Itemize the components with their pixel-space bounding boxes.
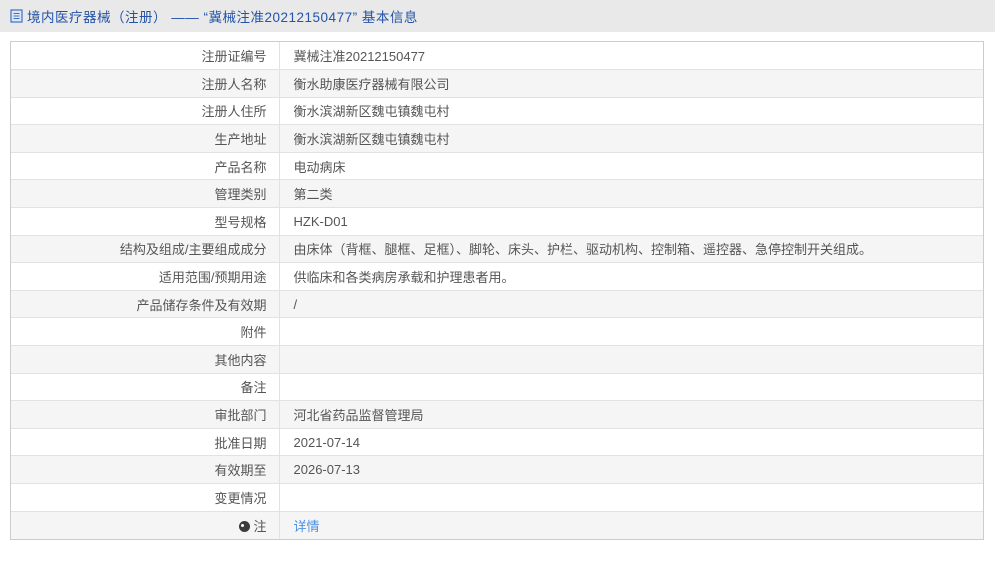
row-label-text: 产品储存条件及有效期 [136,297,267,313]
row-label-text: 型号规格 [214,214,267,230]
table-row: 结构及组成/主要组成成分 由床体（背框、腿框、足框）、脚轮、床头、护栏、驱动机构、… [11,234,983,264]
table-row: 适用范围/预期用途 供临床和各类病房承载和护理患者用。 [11,262,983,291]
row-value: 衡水滨湖新区魏屯镇魏屯村 [278,124,983,153]
document-icon [10,9,23,23]
row-label: 其他内容 [11,345,280,374]
row-value [278,372,983,402]
row-value: 由床体（背框、腿框、足框）、脚轮、床头、护栏、驱动机构、控制箱、遥控器、急停控制… [278,234,983,264]
row-label: 注册人名称 [11,69,280,98]
row-value: / [278,289,983,319]
row-label: 注册人住所 [11,96,280,126]
row-value: 2021-07-14 [278,427,983,457]
row-label-text: 附件 [240,325,267,341]
row-value: 衡水助康医疗器械有限公司 [278,69,983,98]
row-value: 2026-07-13 [278,455,983,484]
row-label-text: 有效期至 [214,463,267,479]
row-label: 备注 [11,372,280,402]
row-label: 适用范围/预期用途 [11,262,280,291]
table-row: 注 详情 [11,510,983,539]
row-value [278,483,983,512]
table-row: 生产地址 衡水滨湖新区魏屯镇魏屯村 [11,124,983,153]
row-value: 冀械注准20212150477 [278,42,983,71]
row-label: 批准日期 [11,427,280,457]
row-label: 附件 [11,317,280,347]
row-label-text: 注册人名称 [201,76,267,92]
row-label-text: 注册证编号 [201,49,267,65]
row-label: 注 [11,510,280,539]
row-label-text: 批准日期 [214,435,267,451]
row-value: 电动病床 [278,151,983,181]
table-row: 产品储存条件及有效期 / [11,289,983,319]
info-table-body: 注册证编号 冀械注准20212150477 注册人名称 衡水助康医疗器械有限公司 注册人… [11,42,983,539]
row-label: 管理类别 [11,179,280,209]
table-row: 注册人住所 衡水滨湖新区魏屯镇魏屯村 [11,96,983,126]
row-label: 审批部门 [11,400,280,429]
row-value: 衡水滨湖新区魏屯镇魏屯村 [278,96,983,126]
row-label-text: 其他内容 [214,352,267,368]
row-value: 第二类 [278,179,983,209]
row-label-text: 注册人住所 [201,104,267,120]
row-label: 有效期至 [11,455,280,484]
row-label: 注册证编号 [11,42,280,71]
row-label-text: 审批部门 [214,408,267,424]
table-row: 变更情况 [11,483,983,512]
table-row: 有效期至 2026-07-13 [11,455,983,484]
row-label: 产品储存条件及有效期 [11,289,280,319]
table-row: 审批部门 河北省药品监督管理局 [11,400,983,429]
row-label-text: 注 [253,518,267,534]
table-row: 附件 [11,317,983,347]
info-table-container: 注册证编号 冀械注准20212150477 注册人名称 衡水助康医疗器械有限公司 注册人… [10,41,984,540]
info-table: 注册证编号 冀械注准20212150477 注册人名称 衡水助康医疗器械有限公司 注册人… [11,42,983,539]
row-value: 河北省药品监督管理局 [278,400,983,429]
page-title: 境内医疗器械（注册） —— “冀械注准20212150477” 基本信息 [27,10,418,25]
row-label: 型号规格 [11,207,280,236]
row-value: HZK-D01 [278,207,983,236]
row-label-text: 产品名称 [214,159,267,175]
row-label-text: 备注 [240,380,267,396]
row-label-text: 适用范围/预期用途 [158,270,267,286]
row-label-text: 变更情况 [214,490,267,506]
table-row: 其他内容 [11,345,983,374]
table-row: 型号规格 HZK-D01 [11,207,983,236]
table-row: 注册证编号 冀械注准20212150477 [11,42,983,71]
row-label: 变更情况 [11,483,280,512]
table-row: 备注 [11,372,983,402]
row-label-text: 结构及组成/主要组成成分 [119,242,267,258]
row-value [278,317,983,347]
row-label: 结构及组成/主要组成成分 [11,234,280,264]
row-value: 详情 [278,510,983,539]
detail-link[interactable]: 详情 [294,519,320,534]
row-label-text: 管理类别 [214,187,267,203]
table-row: 管理类别 第二类 [11,179,983,209]
note-balloon-icon [239,520,251,532]
row-label-text: 生产地址 [214,132,267,148]
page-header: 境内医疗器械（注册） —— “冀械注准20212150477” 基本信息 [0,0,995,32]
row-label: 生产地址 [11,124,280,153]
table-row: 批准日期 2021-07-14 [11,427,983,457]
row-label: 产品名称 [11,151,280,181]
table-row: 注册人名称 衡水助康医疗器械有限公司 [11,69,983,98]
row-value [278,345,983,374]
row-value: 供临床和各类病房承载和护理患者用。 [278,262,983,291]
table-row: 产品名称 电动病床 [11,151,983,181]
